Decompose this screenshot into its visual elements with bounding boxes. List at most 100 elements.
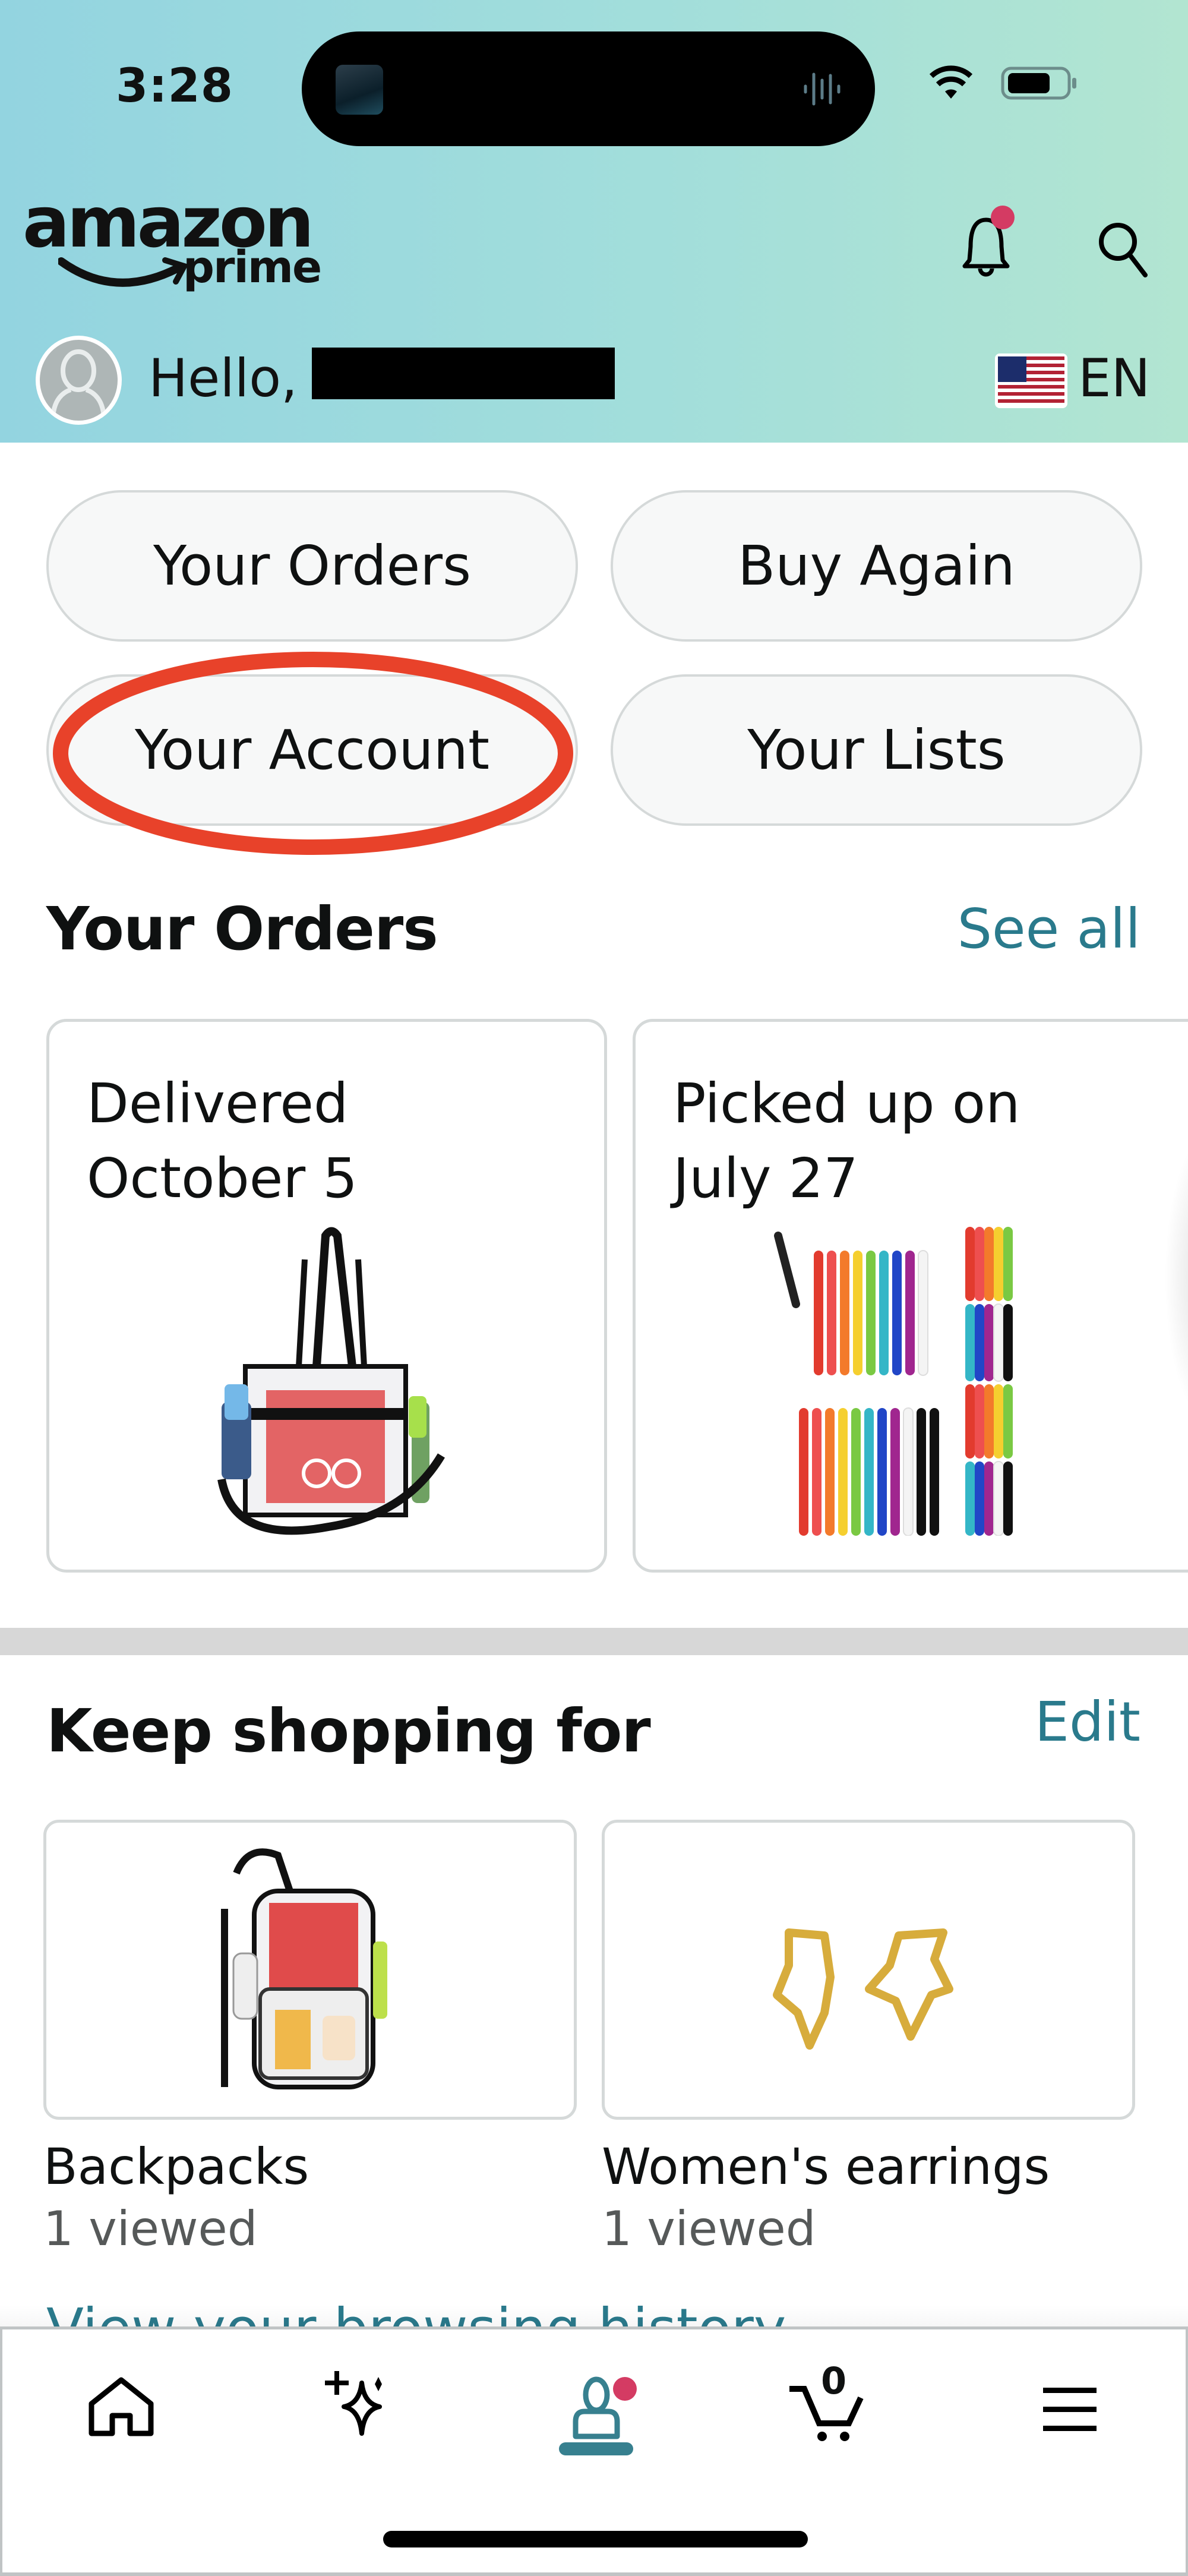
nav-menu[interactable] <box>1018 2347 1125 2460</box>
order-card[interactable]: Delivered October 5 <box>46 1019 607 1573</box>
dynamic-island[interactable] <box>302 31 875 146</box>
nav-account[interactable] <box>543 2347 650 2460</box>
order-date: October 5 <box>87 1147 358 1210</box>
avatar[interactable] <box>36 336 122 425</box>
cable-tie <box>799 1408 808 1536</box>
active-tab-indicator <box>559 2442 633 2455</box>
cable-tie <box>825 1408 835 1536</box>
red-annotation-circle <box>53 652 573 855</box>
see-all-orders-link[interactable]: See all <box>958 897 1140 961</box>
cable-tie <box>814 1251 823 1375</box>
nav-home[interactable] <box>68 2347 175 2460</box>
keep-shopping-viewed-count: 1 viewed <box>602 2201 816 2256</box>
notifications-bell-icon[interactable] <box>956 202 1022 279</box>
redacted-user-name <box>312 348 615 399</box>
cable-tie <box>866 1251 876 1375</box>
cable-tie <box>975 1227 984 1301</box>
keep-shopping-label[interactable]: Women's earrings <box>602 2138 1050 2196</box>
sparkle-icon <box>325 2371 382 2436</box>
cable-tie <box>975 1304 984 1381</box>
cable-tie <box>965 1304 975 1381</box>
cable-tie <box>1003 1227 1013 1301</box>
order-card[interactable]: Picked up on July 27 <box>633 1019 1188 1573</box>
cable-tie <box>1003 1304 1013 1381</box>
cable-tie <box>890 1408 900 1536</box>
cable-tie <box>918 1250 928 1376</box>
nav-shadow <box>0 2305 1188 2329</box>
cable-ties-image <box>774 1227 1013 1536</box>
nav-cart[interactable]: 0 <box>775 2347 881 2460</box>
audio-waveform-icon <box>804 72 841 106</box>
cart-count: 0 <box>821 2359 847 2403</box>
order-date: July 27 <box>673 1147 858 1210</box>
cable-tie <box>993 1303 1004 1382</box>
your-orders-button[interactable]: Your Orders <box>46 490 578 642</box>
cable-tie <box>812 1408 822 1536</box>
home-indicator[interactable] <box>383 2531 808 2547</box>
cable-tie <box>903 1407 914 1536</box>
search-icon[interactable] <box>1093 217 1152 282</box>
cable-tie <box>984 1304 994 1381</box>
order-status: Delivered October 5 <box>87 1066 358 1216</box>
cable-tie <box>827 1251 836 1375</box>
us-flag-icon[interactable] <box>995 353 1067 408</box>
nav-rufus[interactable] <box>302 2347 409 2460</box>
cable-tie <box>984 1227 994 1301</box>
cable-tie <box>864 1408 874 1536</box>
notification-badge <box>991 206 1015 229</box>
order-status: Picked up on July 27 <box>673 1066 1020 1216</box>
buy-again-button[interactable]: Buy Again <box>611 490 1142 642</box>
cable-tie <box>838 1408 848 1536</box>
amazon-smile-arrow-icon <box>58 257 189 287</box>
cable-tie <box>905 1251 915 1375</box>
cable-tie <box>774 1232 800 1308</box>
cable-tie <box>1003 1461 1013 1536</box>
home-icon <box>89 2377 154 2436</box>
cable-tie <box>840 1251 849 1375</box>
amazon-prime-logo[interactable]: amazon prime <box>23 181 322 300</box>
cable-tie <box>965 1384 975 1459</box>
keep-shopping-card[interactable] <box>602 1820 1135 2120</box>
cable-tie <box>1003 1384 1013 1459</box>
order-status-line: Picked up on <box>673 1072 1020 1135</box>
greeting: Hello, <box>148 348 298 409</box>
section-divider <box>0 1628 1188 1655</box>
cable-tie <box>892 1251 902 1375</box>
cable-tie <box>975 1384 984 1459</box>
cable-tie <box>879 1251 889 1375</box>
cable-tie <box>877 1408 887 1536</box>
cable-tie <box>851 1408 861 1536</box>
cable-tie <box>994 1384 1003 1459</box>
clear-backpack-image <box>221 1848 387 2089</box>
hamburger-menu-icon <box>1043 2388 1097 2431</box>
now-playing-artwork <box>336 65 383 115</box>
your-orders-heading: Your Orders <box>46 894 438 964</box>
keep-shopping-label[interactable]: Backpacks <box>43 2138 309 2196</box>
cable-tie <box>917 1408 926 1536</box>
edit-keep-shopping-link[interactable]: Edit <box>1035 1690 1140 1754</box>
language-selector[interactable]: EN <box>1078 348 1150 409</box>
clear-tote-bag-image <box>217 1227 446 1535</box>
cable-tie <box>965 1227 975 1301</box>
gold-star-earrings-image <box>773 1928 953 2050</box>
cable-tie <box>965 1461 975 1536</box>
carousel-scroll-hint <box>1164 1129 1188 1426</box>
status-time: 3:28 <box>116 59 234 113</box>
keep-shopping-heading: Keep shopping for <box>46 1696 651 1766</box>
default-user-icon <box>50 349 106 421</box>
cable-tie <box>975 1461 984 1536</box>
cable-tie <box>853 1251 862 1375</box>
cable-tie <box>994 1227 1003 1301</box>
account-notification-badge <box>613 2377 637 2401</box>
battery-icon <box>1001 67 1076 100</box>
cable-tie <box>984 1461 994 1536</box>
your-lists-button[interactable]: Your Lists <box>611 674 1142 826</box>
cable-tie <box>984 1384 994 1459</box>
logo-prime: prime <box>183 242 322 293</box>
cable-tie <box>930 1408 939 1536</box>
keep-shopping-card[interactable] <box>43 1820 577 2120</box>
keep-shopping-viewed-count: 1 viewed <box>43 2201 258 2256</box>
wifi-icon <box>930 65 972 99</box>
cable-tie <box>993 1461 1004 1536</box>
order-status-line: Delivered <box>87 1072 349 1135</box>
